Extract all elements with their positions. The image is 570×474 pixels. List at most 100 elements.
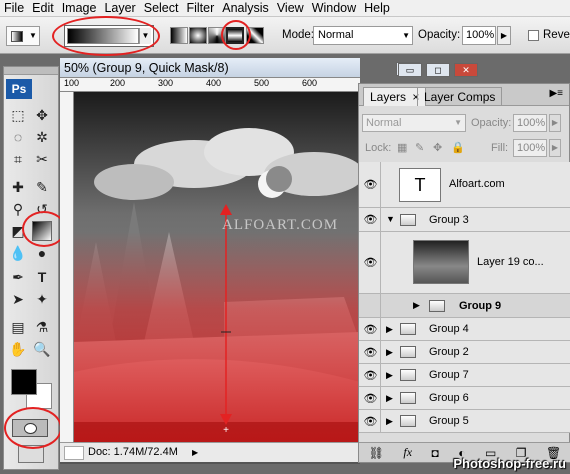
menu-file[interactable]: File xyxy=(0,0,28,17)
lock-image-icon[interactable]: ✎ xyxy=(415,141,424,154)
panel-menu-icon[interactable]: ▶≡ xyxy=(549,88,563,99)
layer-group-row[interactable]: 👁 ▶ Group 6 xyxy=(359,387,570,410)
crop-tool-icon[interactable]: ⌗ xyxy=(8,149,28,169)
radial-gradient-button[interactable] xyxy=(189,27,207,44)
layer-group-row[interactable]: 👁 ▼ Group 3 xyxy=(359,208,570,232)
marquee-tool-icon[interactable]: ⬚ xyxy=(8,105,28,125)
layer-row[interactable]: 👁 T Alfoart.com xyxy=(359,162,570,208)
blend-mode-select[interactable]: Normal ▼ xyxy=(362,114,466,132)
close-button[interactable]: ✕ xyxy=(454,63,478,77)
menu-bar: File Edit Image Layer Select Filter Anal… xyxy=(0,0,570,17)
layer-name: Alfoart.com xyxy=(449,178,505,190)
opacity-label: Opacity: xyxy=(418,29,461,41)
chevron-right-icon[interactable]: ▶ xyxy=(386,393,393,404)
lasso-tool-icon[interactable]: ◌ xyxy=(8,127,28,147)
document-title: 50% (Group 9, Quick Mask/8) xyxy=(60,58,360,78)
chevron-right-icon[interactable]: ▶ xyxy=(386,324,393,335)
opacity-input[interactable]: 100% xyxy=(462,26,496,45)
layer-group-row[interactable]: 👁 ▶ Group 4 xyxy=(359,318,570,341)
menu-view[interactable]: View xyxy=(273,0,308,17)
ruler-tick: 200 xyxy=(110,78,126,88)
eye-icon[interactable]: 👁 xyxy=(361,318,381,340)
custom-shape-icon[interactable]: ✦ xyxy=(32,289,52,309)
status-bar: Doc: 1.74M/72.4M ▶ xyxy=(60,442,360,462)
add-mask-icon[interactable]: ◘ xyxy=(432,446,439,460)
zoom-field[interactable] xyxy=(64,446,84,460)
menu-edit[interactable]: Edit xyxy=(28,0,58,17)
chevron-down-icon: ▼ xyxy=(454,118,462,127)
reverse-label: Rever xyxy=(543,29,570,41)
move-tool-icon[interactable]: ✥ xyxy=(32,105,52,125)
mode-select[interactable]: Normal ▼ xyxy=(313,26,413,45)
layer-row[interactable]: 👁 Layer 19 co... xyxy=(359,232,570,294)
menu-filter[interactable]: Filter xyxy=(182,0,218,17)
fill-button[interactable]: ▶ xyxy=(549,139,561,157)
chevron-right-icon[interactable]: ▶ xyxy=(386,416,393,427)
clone-stamp-icon[interactable]: ⚲ xyxy=(8,199,28,219)
status-menu-arrow-icon[interactable]: ▶ xyxy=(192,443,198,462)
tab-layer-comps[interactable]: Layer Comps xyxy=(417,87,503,106)
ruler-tick: 100 xyxy=(64,78,80,88)
menu-analysis[interactable]: Analysis xyxy=(218,0,273,17)
hand-tool-icon[interactable]: ✋ xyxy=(8,339,28,359)
eye-icon[interactable]: 👁 xyxy=(361,162,381,207)
notes-tool-icon[interactable]: ▤ xyxy=(8,317,28,337)
slice-tool-icon[interactable]: ✂ xyxy=(32,149,52,169)
foreground-color-swatch[interactable] xyxy=(11,369,37,395)
restore-button[interactable]: ◻ xyxy=(426,63,450,77)
eye-icon[interactable]: 👁 xyxy=(361,387,381,409)
chevron-right-icon[interactable]: ▶ xyxy=(386,347,393,358)
panel-opacity-input[interactable]: 100% xyxy=(513,114,547,132)
eyedropper-icon[interactable]: ⚗ xyxy=(32,317,52,337)
lock-transparency-icon[interactable]: ▦ xyxy=(397,141,407,154)
eye-icon[interactable]: 👁 xyxy=(361,364,381,386)
healing-brush-icon[interactable]: ✚ xyxy=(8,177,28,197)
menu-select[interactable]: Select xyxy=(140,0,183,17)
pen-tool-icon[interactable]: ✒ xyxy=(8,267,28,287)
panel-opacity-button[interactable]: ▶ xyxy=(549,114,561,132)
magic-wand-icon[interactable]: ✲ xyxy=(32,127,52,147)
path-selection-icon[interactable]: ➤ xyxy=(8,289,28,309)
layer-name: Group 7 xyxy=(429,369,469,381)
chevron-down-icon[interactable]: ▼ xyxy=(386,214,395,224)
menu-window[interactable]: Window xyxy=(308,0,360,17)
eye-icon[interactable]: 👁 xyxy=(361,410,381,432)
linear-gradient-button[interactable] xyxy=(170,27,188,44)
panel-opacity-label: Opacity: xyxy=(471,117,512,129)
menu-image[interactable]: Image xyxy=(58,0,101,17)
toolbox-grip[interactable] xyxy=(4,67,58,75)
type-tool-icon[interactable]: T xyxy=(32,267,52,287)
minimize-button[interactable]: ▭ xyxy=(398,63,422,77)
eye-icon[interactable]: 👁 xyxy=(361,208,381,231)
ruler-tick: 600 xyxy=(302,78,318,88)
layer-name: Layer 19 co... xyxy=(477,256,544,268)
vertical-ruler xyxy=(60,92,74,442)
folder-icon xyxy=(400,214,416,226)
brush-tool-icon[interactable]: ✎ xyxy=(32,177,52,197)
document-window: 50% (Group 9, Quick Mask/8) — 100 200 30… xyxy=(60,58,420,464)
layer-style-icon[interactable]: fx xyxy=(403,445,412,460)
lock-position-icon[interactable]: ✥ xyxy=(433,141,442,154)
blur-tool-icon[interactable]: 💧 xyxy=(8,243,28,263)
layer-group-row[interactable]: 👁 ▶ Group 7 xyxy=(359,364,570,387)
eye-icon[interactable]: 👁 xyxy=(361,341,381,363)
tool-preset-picker[interactable]: ▼ xyxy=(6,26,40,46)
layer-group-row[interactable]: 👁 ▶ Group 2 xyxy=(359,341,570,364)
fill-input[interactable]: 100% xyxy=(513,139,547,157)
menu-help[interactable]: Help xyxy=(360,0,394,17)
layer-group-row-selected[interactable]: ▶ Group 9 xyxy=(359,294,570,318)
eye-slot[interactable] xyxy=(361,294,381,317)
layer-name: Group 3 xyxy=(429,214,469,226)
layer-group-row[interactable]: 👁 ▶ Group 5 xyxy=(359,410,570,433)
zoom-tool-icon[interactable]: 🔍 xyxy=(32,339,52,359)
chevron-right-icon[interactable]: ▶ xyxy=(413,300,420,311)
eye-icon[interactable]: 👁 xyxy=(361,232,381,293)
menu-layer[interactable]: Layer xyxy=(100,0,139,17)
link-layers-icon[interactable]: ⛓ xyxy=(369,446,384,460)
opacity-slider-button[interactable]: ▶ xyxy=(497,26,511,45)
reverse-checkbox[interactable] xyxy=(528,30,539,41)
canvas[interactable]: + ALFOART.COM xyxy=(74,92,360,442)
chevron-right-icon[interactable]: ▶ xyxy=(386,370,393,381)
lock-all-icon[interactable]: 🔒 xyxy=(451,141,465,154)
folder-icon xyxy=(400,415,416,427)
